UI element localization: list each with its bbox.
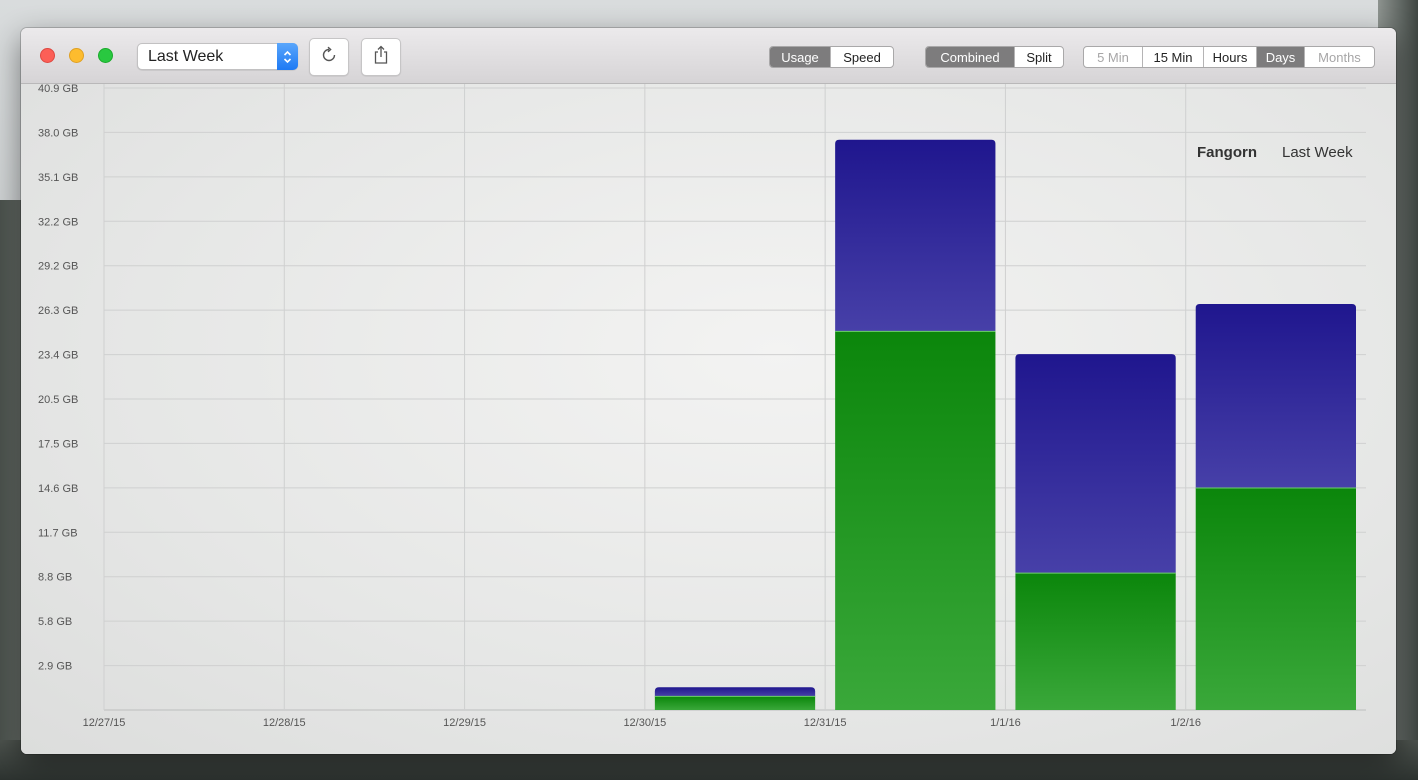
share-icon xyxy=(372,45,390,70)
download-bar xyxy=(1195,487,1356,710)
x-tick-label: 1/1/16 xyxy=(990,717,1021,729)
x-tick-label: 12/30/15 xyxy=(623,717,666,729)
share-button[interactable] xyxy=(361,38,401,76)
zoom-window-button[interactable] xyxy=(98,48,113,63)
download-bar xyxy=(835,331,996,710)
usage-chart: 2.9 GB 5.8 GB 8.8 GB 11.7 GB 14.6 GB 17.5 GB 2… xyxy=(38,84,1366,729)
chevron-updown-icon xyxy=(277,43,298,70)
segment-15-min[interactable]: 15 Min xyxy=(1142,47,1203,67)
period-select[interactable]: Last Week xyxy=(137,43,298,70)
view-segmented-control: Combined Split xyxy=(925,46,1064,68)
y-tick-label: 20.5 GB xyxy=(38,394,78,406)
close-window-button[interactable] xyxy=(40,48,55,63)
toolbar: Last Week Usage Speed Combined Split 5 M… xyxy=(21,28,1396,84)
y-tick-label: 5.8 GB xyxy=(38,616,72,628)
y-tick-label: 32.2 GB xyxy=(38,216,78,228)
segment-months[interactable]: Months xyxy=(1304,47,1374,67)
y-tick-label: 14.6 GB xyxy=(38,483,78,495)
chart-area: 2.9 GB 5.8 GB 8.8 GB 11.7 GB 14.6 GB 17.5 GB 2… xyxy=(21,84,1396,754)
download-bar xyxy=(1015,573,1176,710)
mode-segmented-control: Usage Speed xyxy=(769,46,894,68)
segment-days[interactable]: Days xyxy=(1256,47,1304,67)
segment-speed[interactable]: Speed xyxy=(830,47,893,67)
range-segmented-control: 5 Min 15 Min Hours Days Months xyxy=(1083,46,1375,68)
upload-bar xyxy=(654,687,816,697)
x-tick-label: 12/28/15 xyxy=(263,717,306,729)
legend-host-name: Fangorn xyxy=(1197,144,1257,161)
y-tick-label: 26.3 GB xyxy=(38,305,78,317)
refresh-button[interactable] xyxy=(309,38,349,76)
y-tick-label: 35.1 GB xyxy=(38,172,78,184)
upload-bar xyxy=(1195,303,1356,488)
y-tick-label: 8.8 GB xyxy=(38,572,72,584)
segment-split[interactable]: Split xyxy=(1014,47,1063,67)
segment-hours[interactable]: Hours xyxy=(1203,47,1256,67)
y-tick-label: 11.7 GB xyxy=(38,527,78,539)
x-tick-label: 12/27/15 xyxy=(83,717,126,729)
upload-bar xyxy=(835,139,996,332)
y-tick-label: 2.9 GB xyxy=(38,661,72,673)
y-tick-label: 38.0 GB xyxy=(38,127,78,139)
minimize-window-button[interactable] xyxy=(69,48,84,63)
upload-bar xyxy=(1015,354,1176,574)
segment-usage[interactable]: Usage xyxy=(770,47,830,67)
x-tick-label: 12/29/15 xyxy=(443,717,486,729)
download-bar xyxy=(654,696,816,710)
y-tick-label: 23.4 GB xyxy=(38,350,78,362)
segment-5-min[interactable]: 5 Min xyxy=(1084,47,1142,67)
y-tick-label: 40.9 GB xyxy=(38,84,78,95)
x-tick-label: 1/2/16 xyxy=(1170,717,1201,729)
x-tick-label: 12/31/15 xyxy=(804,717,847,729)
segment-combined[interactable]: Combined xyxy=(926,47,1014,67)
y-tick-label: 29.2 GB xyxy=(38,261,78,273)
refresh-icon xyxy=(320,46,338,69)
legend-period: Last Week xyxy=(1282,144,1353,161)
y-tick-label: 17.5 GB xyxy=(38,438,78,450)
app-window: Last Week Usage Speed Combined Split 5 M… xyxy=(21,28,1396,754)
period-select-value: Last Week xyxy=(148,48,224,65)
